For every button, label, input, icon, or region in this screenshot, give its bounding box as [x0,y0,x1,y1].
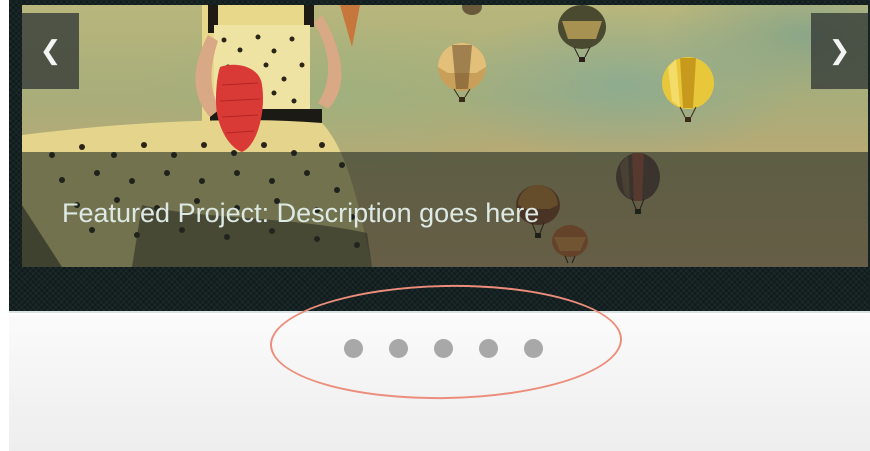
pager-area [9,315,870,451]
pager-dot-3[interactable] [434,339,453,358]
page: Featured Project: Description goes here … [0,0,870,451]
pager-dot-5[interactable] [524,339,543,358]
slide-pager [344,339,543,358]
previous-slide-button[interactable]: ❮ [22,13,79,89]
chevron-right-icon: ❯ [828,36,851,66]
pager-dot-4[interactable] [479,339,498,358]
slide-caption: Featured Project: Description goes here [62,198,540,228]
chevron-left-icon: ❮ [39,36,62,66]
pager-dot-1[interactable] [344,339,363,358]
pager-dot-2[interactable] [389,339,408,358]
next-slide-button[interactable]: ❯ [811,13,868,89]
caption-overlay: Featured Project: Description goes here [22,152,868,267]
